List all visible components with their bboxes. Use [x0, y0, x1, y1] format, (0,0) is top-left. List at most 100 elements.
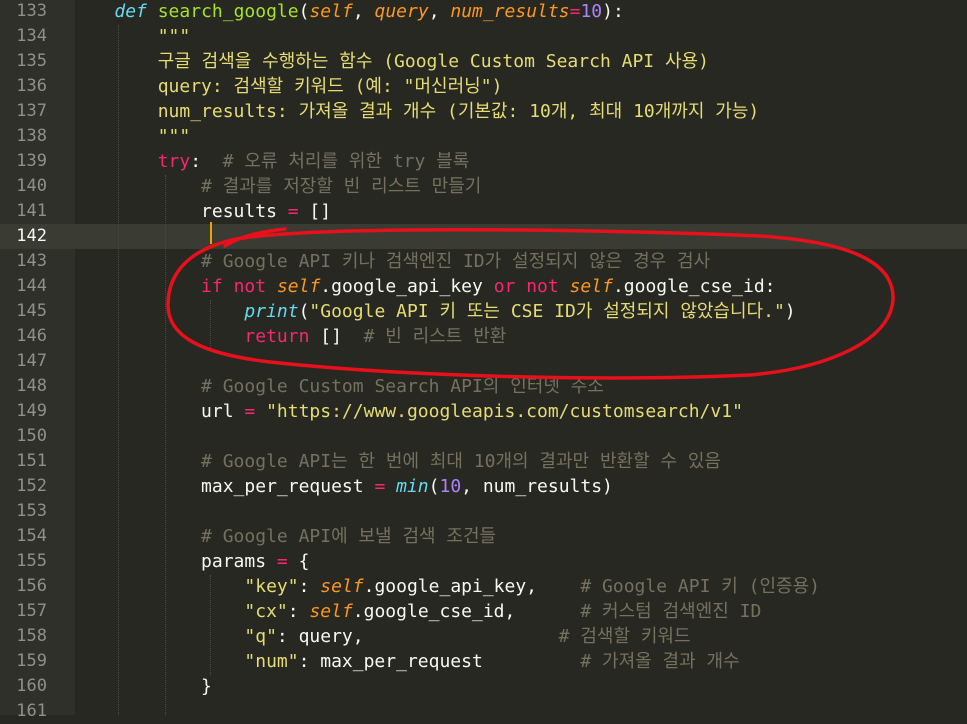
code-token: url — [71, 401, 245, 422]
indent-guide — [165, 175, 166, 715]
code-editor[interactable]: 133 def search_google(self, query, num_r… — [0, 0, 967, 721]
line-number: 143 — [16, 251, 47, 271]
line-number: 148 — [16, 376, 47, 396]
code-line-158[interactable]: 158 "q": query, # 검색할 키워드 — [0, 624, 967, 649]
line-number: 145 — [16, 301, 47, 321]
code-line-139[interactable]: 139 try: # 오류 처리를 위한 try 블록 — [0, 149, 967, 174]
code-token: = — [276, 551, 288, 572]
code-line-140[interactable]: 140 # 결과를 저장할 빈 리스트 만들기 — [0, 174, 967, 199]
text-cursor — [210, 222, 212, 244]
line-number: 153 — [16, 501, 47, 521]
code-line-153[interactable]: 153 — [0, 499, 967, 524]
code-text: "key": self.google_api_key, # Google API… — [71, 574, 820, 599]
code-token: , — [428, 1, 451, 22]
code-line-133[interactable]: 133 def search_google(self, query, num_r… — [0, 0, 967, 24]
code-line-134[interactable]: 134 """ — [0, 24, 967, 49]
code-text: # Google API는 한 번에 최대 10개의 결과만 반환할 수 있음 — [71, 449, 721, 474]
code-line-156[interactable]: 156 "key": self.google_api_key, # Google… — [0, 574, 967, 599]
code-token: ( — [298, 1, 310, 22]
line-number: 152 — [16, 476, 47, 496]
code-token: "q" — [244, 626, 277, 647]
code-token: # Google API는 한 번에 최대 10개의 결과만 반환할 수 있음 — [201, 451, 721, 472]
code-text: } — [71, 674, 212, 699]
code-token: not — [233, 276, 267, 297]
line-number: 154 — [16, 526, 47, 546]
code-token: # 검색할 키워드 — [558, 626, 691, 647]
code-token: [] — [298, 201, 332, 222]
code-token: search_google — [157, 1, 299, 22]
code-token: params — [71, 551, 277, 572]
code-token: self — [276, 276, 321, 297]
code-text: "q": query, # 검색할 키워드 — [71, 624, 691, 649]
code-token: : — [287, 601, 310, 622]
code-line-144[interactable]: 144 if not self.google_api_key or not se… — [0, 274, 967, 299]
line-number: 161 — [16, 701, 47, 721]
line-number: 159 — [16, 651, 47, 671]
code-text: max_per_request = min(10, num_results) — [71, 474, 613, 499]
code-line-151[interactable]: 151 # Google API는 한 번에 최대 10개의 결과만 반환할 수… — [0, 449, 967, 474]
code-token: print — [244, 301, 299, 322]
code-line-150[interactable]: 150 — [0, 424, 967, 449]
code-line-157[interactable]: 157 "cx": self.google_cse_id, # 커스텀 검색엔진… — [0, 599, 967, 624]
code-token: results — [71, 201, 288, 222]
code-token: # 가져올 결과 개수 — [580, 651, 740, 672]
code-token: # Google Custom Search API의 인터넷 주소 — [201, 376, 604, 397]
code-line-142[interactable]: 142 — [0, 224, 967, 249]
code-text: print("Google API 키 또는 CSE ID가 설정되지 않았습니… — [71, 299, 795, 324]
line-number: 139 — [16, 151, 47, 171]
code-token: = — [244, 401, 256, 422]
code-line-149[interactable]: 149 url = "https://www.googleapis.com/cu… — [0, 399, 967, 424]
code-line-141[interactable]: 141 results = [] — [0, 199, 967, 224]
indent-guide — [118, 25, 119, 715]
code-line-138[interactable]: 138 """ — [0, 124, 967, 149]
code-line-152[interactable]: 152 max_per_request = min(10, num_result… — [0, 474, 967, 499]
line-number: 151 — [16, 451, 47, 471]
code-line-148[interactable]: 148 # Google Custom Search API의 인터넷 주소 — [0, 374, 967, 399]
code-line-135[interactable]: 135 구글 검색을 수행하는 함수 (Google Custom Search… — [0, 49, 967, 74]
code-line-160[interactable]: 160 } — [0, 674, 967, 699]
code-line-147[interactable]: 147 — [0, 349, 967, 374]
code-line-143[interactable]: 143 # Google API 키나 검색엔진 ID가 설정되지 않은 경우 … — [0, 249, 967, 274]
code-token: : query, — [276, 626, 559, 647]
code-text: # Google API에 보낼 검색 조건들 — [71, 524, 496, 549]
line-number: 149 — [16, 401, 47, 421]
code-token: ( — [428, 476, 440, 497]
line-number: 136 — [16, 76, 47, 96]
code-line-145[interactable]: 145 print("Google API 키 또는 CSE ID가 설정되지 … — [0, 299, 967, 324]
code-token: "key" — [244, 576, 299, 597]
code-line-159[interactable]: 159 "num": max_per_request # 가져올 결과 개수 — [0, 649, 967, 674]
code-text: return [] # 빈 리스트 반환 — [71, 324, 506, 349]
code-token: self — [309, 601, 353, 622]
code-line-154[interactable]: 154 # Google API에 보낼 검색 조건들 — [0, 524, 967, 549]
code-line-155[interactable]: 155 params = { — [0, 549, 967, 574]
code-token: .google_cse_id: — [612, 276, 776, 297]
code-token: num_results — [450, 1, 570, 22]
code-text: # Google Custom Search API의 인터넷 주소 — [71, 374, 604, 399]
code-line-137[interactable]: 137 num_results: 가져올 결과 개수 (기본값: 10개, 최대… — [0, 99, 967, 124]
code-token: = — [287, 201, 299, 222]
code-token: } — [71, 676, 212, 697]
line-number: 137 — [16, 101, 47, 121]
code-token: 10 — [439, 476, 462, 497]
line-number: 141 — [16, 201, 47, 221]
line-number: 150 — [16, 426, 47, 446]
line-number: 146 — [16, 326, 47, 346]
code-token: # 커스텀 검색엔진 ID — [580, 601, 762, 622]
code-line-161[interactable]: 161 — [0, 699, 967, 724]
code-token: = — [374, 476, 386, 497]
code-line-136[interactable]: 136 query: 검색할 키워드 (예: "머신러닝") — [0, 74, 967, 99]
code-line-146[interactable]: 146 return [] # 빈 리스트 반환 — [0, 324, 967, 349]
code-token: # Google API에 보낼 검색 조건들 — [201, 526, 497, 547]
code-text: "num": max_per_request # 가져올 결과 개수 — [71, 649, 740, 674]
